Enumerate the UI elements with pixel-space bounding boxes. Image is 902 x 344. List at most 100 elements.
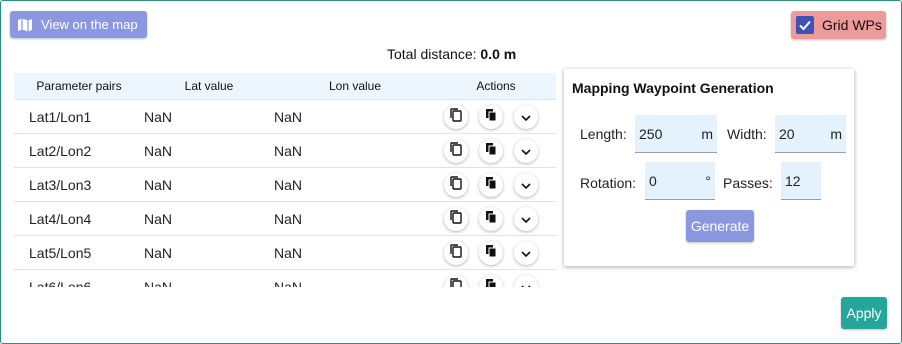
- expand-button[interactable]: [514, 172, 538, 197]
- passes-label: Passes:: [723, 175, 773, 191]
- table-header: Parameter pairs Lat value Lon value Acti…: [14, 73, 556, 100]
- width-value: 20: [779, 125, 795, 142]
- table-row: Lat4/Lon4 NaN NaN: [14, 202, 556, 236]
- paste-button[interactable]: [479, 104, 503, 129]
- chevron-down-icon: [520, 109, 532, 125]
- copy-icon: [450, 142, 462, 159]
- total-distance: Total distance: 0.0 m: [387, 46, 516, 62]
- lat-cell: NaN: [144, 176, 173, 193]
- table-row: Lat2/Lon2 NaN NaN: [14, 134, 556, 168]
- pair-cell: Lat2/Lon2: [29, 142, 92, 159]
- length-label: Length:: [580, 126, 627, 142]
- copy-icon: [450, 244, 462, 261]
- table-row: Lat1/Lon1 NaN NaN: [14, 100, 556, 134]
- row-actions: [436, 206, 556, 231]
- row-actions: [436, 274, 556, 287]
- expand-button[interactable]: [514, 138, 538, 163]
- copy-button[interactable]: [444, 240, 468, 265]
- view-on-map-label: View on the map: [41, 17, 138, 32]
- length-value: 250: [639, 125, 663, 142]
- grid-wps-toggle[interactable]: Grid WPs: [791, 11, 886, 39]
- lon-cell: NaN: [274, 108, 303, 125]
- map-icon: [17, 17, 33, 33]
- waypoint-table[interactable]: Parameter pairs Lat value Lon value Acti…: [14, 73, 556, 287]
- expand-button[interactable]: [514, 206, 538, 231]
- lat-cell: NaN: [144, 142, 173, 159]
- width-label: Width:: [727, 126, 767, 142]
- paste-button[interactable]: [479, 274, 503, 287]
- paste-button[interactable]: [479, 206, 503, 231]
- chevron-down-icon: [520, 279, 532, 287]
- pair-cell: Lat5/Lon5: [29, 244, 92, 261]
- panel-title: Mapping Waypoint Generation: [572, 80, 774, 96]
- chevron-down-icon: [520, 143, 532, 159]
- column-header: Parameter pairs: [36, 79, 122, 93]
- copy-icon: [450, 176, 462, 193]
- apply-button[interactable]: Apply: [841, 297, 887, 329]
- mapping-waypoint-panel: Mapping Waypoint Generation Length: 250 …: [564, 69, 854, 266]
- row-actions: [436, 138, 556, 163]
- pair-cell: Lat3/Lon3: [29, 176, 92, 193]
- paste-icon: [485, 176, 497, 193]
- row-actions: [436, 240, 556, 265]
- lon-cell: NaN: [274, 176, 303, 193]
- grid-wps-label: Grid WPs: [822, 17, 882, 33]
- paste-icon: [485, 244, 497, 261]
- rotation-field[interactable]: 0 °: [645, 162, 715, 200]
- expand-button[interactable]: [514, 240, 538, 265]
- paste-icon: [485, 142, 497, 159]
- row-actions: [436, 104, 556, 129]
- copy-icon: [450, 210, 462, 227]
- lon-cell: NaN: [274, 142, 303, 159]
- column-header: Lat value: [184, 79, 234, 93]
- width-unit: m: [830, 125, 842, 142]
- chevron-down-icon: [520, 211, 532, 227]
- generate-button[interactable]: Generate: [686, 210, 754, 242]
- length-unit: m: [701, 125, 713, 142]
- paste-button[interactable]: [479, 138, 503, 163]
- paste-icon: [485, 108, 497, 125]
- paste-icon: [485, 210, 497, 227]
- lon-cell: NaN: [274, 278, 303, 288]
- row-actions: [436, 172, 556, 197]
- pair-cell: Lat4/Lon4: [29, 210, 92, 227]
- pair-cell: Lat6/Lon6: [29, 278, 92, 288]
- copy-button[interactable]: [444, 206, 468, 231]
- pair-cell: Lat1/Lon1: [29, 108, 92, 125]
- paste-icon: [485, 278, 497, 287]
- dialog: View on the map Grid WPs Total distance:…: [0, 0, 902, 344]
- copy-button[interactable]: [444, 172, 468, 197]
- copy-icon: [450, 108, 462, 125]
- lat-cell: NaN: [144, 278, 173, 288]
- column-header: Lon value: [328, 79, 382, 93]
- total-distance-value: 0.0 m: [480, 46, 517, 62]
- passes-value: 12: [785, 172, 801, 189]
- paste-button[interactable]: [479, 172, 503, 197]
- lat-cell: NaN: [144, 210, 173, 227]
- length-field[interactable]: 250 m: [635, 115, 717, 153]
- table-row: Lat3/Lon3 NaN NaN: [14, 168, 556, 202]
- lat-cell: NaN: [144, 244, 173, 261]
- rotation-unit: °: [705, 172, 711, 189]
- paste-button[interactable]: [479, 240, 503, 265]
- copy-button[interactable]: [444, 104, 468, 129]
- passes-field[interactable]: 12: [781, 162, 821, 200]
- grid-wps-checkbox[interactable]: [796, 16, 814, 34]
- column-header: Actions: [476, 79, 516, 93]
- lat-cell: NaN: [144, 108, 173, 125]
- table-row: Lat6/Lon6 NaN NaN: [14, 270, 556, 287]
- copy-button[interactable]: [444, 274, 468, 287]
- check-icon: [799, 20, 811, 31]
- expand-button[interactable]: [514, 274, 538, 287]
- view-on-map-button[interactable]: View on the map: [10, 11, 147, 38]
- expand-button[interactable]: [514, 104, 538, 129]
- total-distance-label: Total distance:: [387, 46, 477, 62]
- copy-icon: [450, 278, 462, 287]
- table-row: Lat5/Lon5 NaN NaN: [14, 236, 556, 270]
- width-field[interactable]: 20 m: [775, 115, 846, 153]
- chevron-down-icon: [520, 245, 532, 261]
- copy-button[interactable]: [444, 138, 468, 163]
- rotation-value: 0: [649, 172, 657, 189]
- lon-cell: NaN: [274, 210, 303, 227]
- chevron-down-icon: [520, 177, 532, 193]
